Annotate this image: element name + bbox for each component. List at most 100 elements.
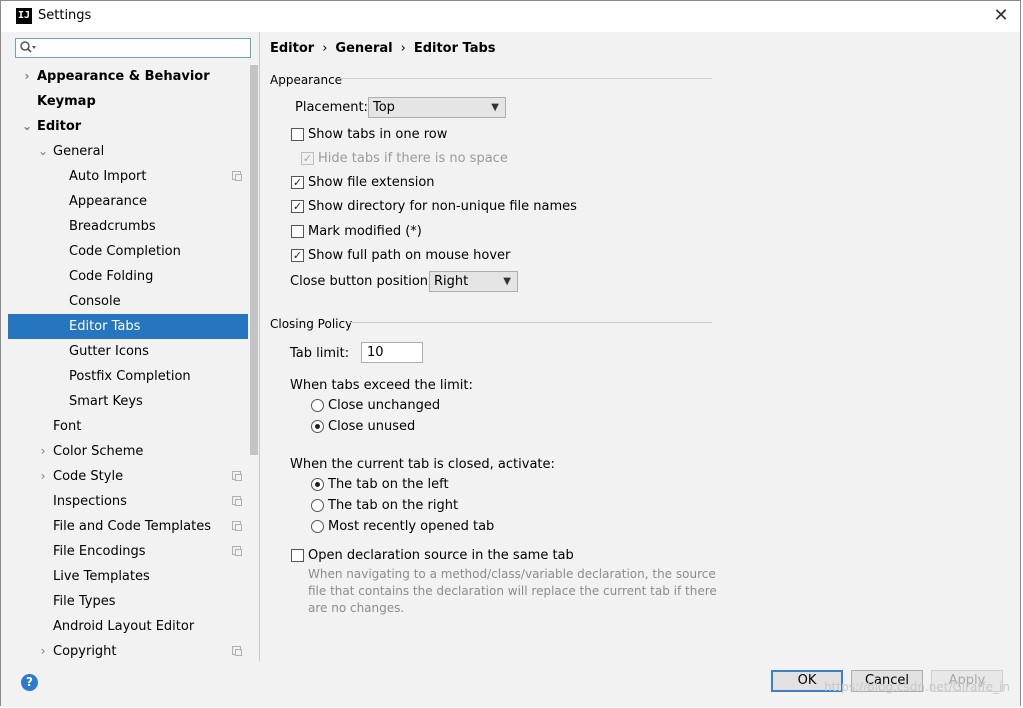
chevron-down-icon[interactable]: ⌄	[37, 139, 49, 164]
placement-label: Placement:	[295, 100, 368, 115]
tree-item-label: Copyright	[53, 644, 117, 659]
most-recent-tab-label[interactable]: Most recently opened tab	[328, 519, 494, 534]
tab-on-right-label[interactable]: The tab on the right	[328, 498, 458, 513]
show-directory-checkbox[interactable]	[291, 200, 304, 213]
editor-tabs-settings-panel: Editor › General › Editor Tabs Appearance Pl…	[260, 32, 1020, 661]
breadcrumb-general: General	[335, 41, 393, 56]
tree-item-copyright[interactable]: › Copyright	[8, 639, 248, 661]
appearance-section-title: Appearance	[270, 73, 343, 87]
tree-item-label: Inspections	[53, 494, 127, 509]
close-unchanged-label[interactable]: Close unchanged	[328, 398, 440, 413]
tree-item-editor[interactable]: ⌄ Editor	[8, 114, 248, 139]
tree-item-label: Auto Import	[69, 169, 147, 184]
show-file-extension-label[interactable]: Show file extension	[308, 175, 435, 190]
tree-item-editor-tabs[interactable]: Editor Tabs	[8, 314, 259, 339]
close-button-position-dropdown[interactable]: Right ▼	[429, 271, 518, 292]
search-input[interactable]	[40, 40, 245, 56]
tree-item-auto-import[interactable]: Auto Import	[8, 164, 248, 189]
chevron-right-icon[interactable]: ›	[37, 439, 49, 464]
chevron-down-icon[interactable]: ⌄	[21, 114, 33, 139]
tree-item-file-encodings[interactable]: File Encodings	[8, 539, 248, 564]
tree-scrollbar-thumb[interactable]	[250, 65, 258, 455]
tree-item-code-completion[interactable]: Code Completion	[8, 239, 248, 264]
tree-item-postfix-completion[interactable]: Postfix Completion	[8, 364, 248, 389]
tree-item-code-folding[interactable]: Code Folding	[8, 264, 248, 289]
tree-item-label: Android Layout Editor	[53, 619, 195, 634]
window-title: Settings	[38, 8, 92, 23]
settings-tree: › Appearance & Behavior Keymap ⌄ Editor ⌄ Gene…	[8, 64, 259, 661]
placement-dropdown[interactable]: Top ▼	[368, 97, 506, 118]
tab-on-left-radio[interactable]	[311, 478, 324, 491]
tree-item-gutter-icons[interactable]: Gutter Icons	[8, 339, 248, 364]
chevron-down-icon: ▼	[503, 276, 511, 287]
tree-item-label: Console	[69, 294, 121, 309]
close-window-button[interactable]: ✕	[990, 6, 1012, 26]
tree-item-console[interactable]: Console	[8, 289, 248, 314]
close-unused-label[interactable]: Close unused	[328, 419, 415, 434]
show-full-path-checkbox[interactable]	[291, 249, 304, 262]
close-button-position-value: Right	[434, 274, 469, 289]
tree-item-label: Breadcrumbs	[69, 219, 156, 234]
tree-item-label: File and Code Templates	[53, 519, 211, 534]
tab-on-right-radio[interactable]	[311, 499, 324, 512]
tree-item-live-templates[interactable]: Live Templates	[8, 564, 248, 589]
chevron-down-icon: ▼	[491, 102, 499, 113]
tree-item-label: Smart Keys	[69, 394, 143, 409]
search-icon	[19, 40, 37, 60]
tree-item-file-types[interactable]: File Types	[8, 589, 248, 614]
show-full-path-label[interactable]: Show full path on mouse hover	[308, 248, 510, 263]
exceed-limit-label: When tabs exceed the limit:	[290, 378, 473, 393]
breadcrumb-separator: ›	[400, 41, 406, 56]
chevron-right-icon[interactable]: ›	[37, 639, 49, 661]
tree-item-code-style[interactable]: › Code Style	[8, 464, 248, 489]
tree-item-breadcrumbs[interactable]: Breadcrumbs	[8, 214, 248, 239]
tree-item-inspections[interactable]: Inspections	[8, 489, 248, 514]
tree-item-general[interactable]: ⌄ General	[8, 139, 248, 164]
tree-item-label: Keymap	[37, 94, 96, 109]
title-bar: IJ Settings ✕	[1, 1, 1020, 32]
tree-item-appearance[interactable]: Appearance	[8, 189, 248, 214]
mark-modified-checkbox[interactable]	[291, 225, 304, 238]
chevron-right-icon[interactable]: ›	[37, 464, 49, 489]
close-unused-radio[interactable]	[311, 420, 324, 433]
settings-navigation-pane: › Appearance & Behavior Keymap ⌄ Editor ⌄ Gene…	[8, 32, 260, 661]
tree-item-font[interactable]: Font	[8, 414, 248, 439]
open-declaration-label[interactable]: Open declaration source in the same tab	[308, 548, 574, 563]
tree-item-label: Font	[53, 419, 82, 434]
dialog-button-bar: ? OK Cancel Apply https://blog.csdn.net/…	[1, 661, 1020, 707]
close-unchanged-radio[interactable]	[311, 399, 324, 412]
breadcrumb-editor-tabs: Editor Tabs	[413, 41, 496, 56]
open-declaration-checkbox[interactable]	[291, 549, 304, 562]
tree-item-appearance-behavior[interactable]: › Appearance & Behavior	[8, 64, 248, 89]
tree-item-file-and-code-templates[interactable]: File and Code Templates	[8, 514, 248, 539]
project-scope-icon	[232, 171, 242, 181]
settings-search-box[interactable]	[15, 38, 251, 58]
placement-value: Top	[373, 100, 395, 115]
tab-on-left-label[interactable]: The tab on the left	[328, 477, 449, 492]
help-icon[interactable]: ?	[21, 674, 38, 691]
tree-item-android-layout-editor[interactable]: Android Layout Editor	[8, 614, 248, 639]
tree-item-keymap[interactable]: Keymap	[8, 89, 248, 114]
hide-tabs-no-space-checkbox[interactable]	[301, 152, 314, 165]
tree-item-smart-keys[interactable]: Smart Keys	[8, 389, 248, 414]
tab-limit-label: Tab limit:	[290, 346, 350, 361]
show-tabs-one-row-label[interactable]: Show tabs in one row	[308, 127, 447, 142]
section-divider	[350, 322, 712, 323]
tree-item-label: Color Scheme	[53, 444, 144, 459]
tree-item-label: File Encodings	[53, 544, 146, 559]
hide-tabs-no-space-label[interactable]: Hide tabs if there is no space	[318, 151, 508, 166]
show-file-extension-checkbox[interactable]	[291, 176, 304, 189]
settings-window: IJ Settings ✕ › Appearance & Behavior Keym…	[0, 0, 1021, 707]
tree-item-label: Code Folding	[69, 269, 154, 284]
show-tabs-one-row-checkbox[interactable]	[291, 128, 304, 141]
show-directory-label[interactable]: Show directory for non-unique file names	[308, 199, 577, 214]
chevron-right-icon[interactable]: ›	[21, 64, 33, 89]
activate-label: When the current tab is closed, activate…	[290, 457, 555, 472]
mark-modified-label[interactable]: Mark modified (*)	[308, 224, 422, 239]
breadcrumb-separator: ›	[322, 41, 328, 56]
breadcrumb: Editor › General › Editor Tabs	[270, 41, 496, 56]
tab-limit-input[interactable]: 10	[361, 342, 423, 363]
most-recent-tab-radio[interactable]	[311, 520, 324, 533]
tree-item-color-scheme[interactable]: › Color Scheme	[8, 439, 248, 464]
tree-item-label: Code Completion	[69, 244, 181, 259]
